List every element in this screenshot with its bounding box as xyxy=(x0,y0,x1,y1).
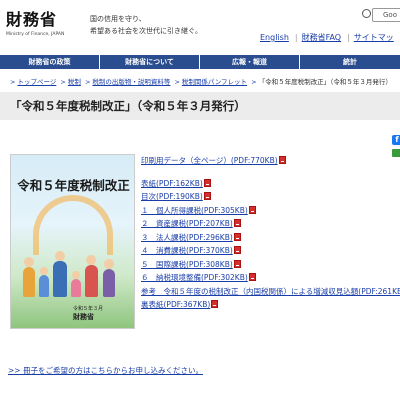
list-item: １ 個人所得課税(PDF:305KB) xyxy=(141,204,400,218)
list-item: 裏表紙(PDF:367KB) xyxy=(141,298,400,312)
family-illustration xyxy=(19,247,129,297)
page-title: 「令和５年度税制改正」（令和５年３月発行） xyxy=(10,99,246,113)
list-item: 目次(PDF:190KB) xyxy=(141,190,400,204)
facebook-share-icon[interactable]: f xyxy=(392,135,400,145)
breadcrumb-current: 「令和５年度税制改正」（令和５年３月発行） xyxy=(258,78,392,86)
faq-link[interactable]: 財務省FAQ xyxy=(302,33,342,42)
pdf-icon xyxy=(233,219,241,227)
pdf-icon xyxy=(278,156,286,164)
sitemap-link[interactable]: サイトマッ xyxy=(354,33,394,42)
english-link[interactable]: English xyxy=(260,33,289,42)
cover-title: 令和５年度税制改正 xyxy=(17,178,130,193)
nav-item-policy[interactable]: 財務省の政策 xyxy=(0,55,100,69)
cover-date: 令和５年３月 xyxy=(73,306,104,312)
tagline-line-2: 希望ある社会を次世代に引き継ぐ。 xyxy=(90,27,202,35)
file-link-corporate[interactable]: ３ 法人課税(PDF:296KB) xyxy=(141,233,233,242)
pdf-icon xyxy=(203,192,211,200)
breadcrumb-top[interactable]: トップページ xyxy=(17,78,56,86)
search-input[interactable]: Goo xyxy=(372,8,400,22)
search-icon[interactable] xyxy=(362,9,371,18)
file-link-personal-income[interactable]: １ 個人所得課税(PDF:305KB) xyxy=(141,206,248,215)
pdf-icon xyxy=(203,178,211,187)
file-link-reference[interactable]: 参考 令和５年度の税制改正（内国税関係）による増減収見込額(PDF:261KB) xyxy=(141,287,400,296)
pdf-icon xyxy=(233,259,241,268)
cover-org: 財務省 xyxy=(73,313,94,321)
file-link-toc[interactable]: 目次(PDF:190KB) xyxy=(141,192,203,201)
pdf-icon xyxy=(233,246,241,254)
breadcrumb-tax[interactable]: 税制 xyxy=(68,78,81,86)
logo-title: 財務省 xyxy=(6,10,58,29)
logo-subtitle: Ministry of Finance, JAPAN xyxy=(6,32,65,37)
rainbow-illustration xyxy=(33,195,113,255)
pdf-icon xyxy=(211,300,219,308)
file-link-international[interactable]: ５ 国際課税(PDF:308KB) xyxy=(141,260,233,269)
site-header: 財務省 Ministry of Finance, JAPAN 国の信用を守り、 … xyxy=(0,0,400,55)
file-list: 印刷用データ（全ページ）(PDF:770KB) 表紙(PDF:162KB) 目次… xyxy=(141,154,400,312)
site-logo[interactable]: 財務省 Ministry of Finance, JAPAN xyxy=(6,6,86,50)
file-link-back-cover[interactable]: 裏表紙(PDF:367KB) xyxy=(141,300,210,309)
list-item: ５ 国際課税(PDF:308KB) xyxy=(141,258,400,272)
file-link-consumption[interactable]: ４ 消費課税(PDF:370KB) xyxy=(141,246,233,255)
header-links: English | 財務省FAQ | サイトマッ xyxy=(260,33,394,42)
tagline: 国の信用を守り、 希望ある社会を次世代に引き継ぐ。 xyxy=(90,13,202,37)
file-link-cover[interactable]: 表紙(PDF:162KB) xyxy=(141,179,203,188)
pdf-icon xyxy=(248,205,256,214)
file-link-asset[interactable]: ２ 資産課税(PDF:207KB) xyxy=(141,219,233,228)
nav-item-press[interactable]: 広報・報道 xyxy=(200,55,300,69)
file-link-tax-environment[interactable]: ６ 納税環境整備(PDF:302KB) xyxy=(141,273,248,282)
list-item: ２ 資産課税(PDF:207KB) xyxy=(141,217,400,231)
nav-item-about[interactable]: 財務省について xyxy=(100,55,200,69)
list-item: 参考 令和５年度の税制改正（内国税関係）による増減収見込額(PDF:261KB) xyxy=(141,285,400,299)
list-item: ３ 法人課税(PDF:296KB) xyxy=(141,231,400,245)
nav-item-statistics[interactable]: 統計 xyxy=(300,55,400,69)
tagline-line-1: 国の信用を守り、 xyxy=(90,15,146,23)
print-data-link[interactable]: 印刷用データ（全ページ）(PDF:770KB) xyxy=(141,156,278,165)
pamphlet-cover-image: 令和５年度税制改正 令和５年３月 財務省 xyxy=(10,154,135,329)
list-item: ４ 消費課税(PDF:370KB) xyxy=(141,244,400,258)
main-nav: 財務省の政策 財務省について 広報・報道 統計 xyxy=(0,55,400,69)
pdf-icon xyxy=(248,273,256,281)
pdf-icon xyxy=(233,232,241,241)
list-item: ６ 納税環境整備(PDF:302KB) xyxy=(141,271,400,285)
booklet-request-link[interactable]: >> 冊子をご希望の方はこちらからお申し込みください。 xyxy=(8,365,203,376)
breadcrumb-publications[interactable]: 税制の出版物・説明資料等 xyxy=(92,78,170,86)
list-item: 表紙(PDF:162KB) xyxy=(141,177,400,191)
breadcrumb: > トップページ > 税制 > 税制の出版物・説明資料等 > 税制関係パンフレット > 「… xyxy=(10,78,392,86)
print-link-row: 印刷用データ（全ページ）(PDF:770KB) xyxy=(141,154,400,168)
title-band: 「令和５年度税制改正」（令和５年３月発行） xyxy=(0,92,400,120)
breadcrumb-pamphlets[interactable]: 税制関係パンフレット xyxy=(182,78,247,86)
